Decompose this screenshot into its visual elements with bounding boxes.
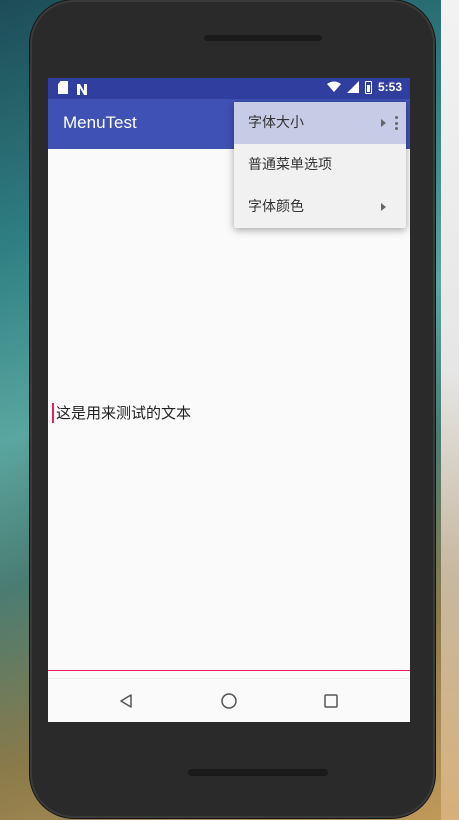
- device-screen: 5:53 MenuTest 这是用来测试的文本 字体大小 普通菜单选项 字体颜色: [48, 78, 410, 722]
- battery-icon: [364, 80, 372, 94]
- background-window-edge: [441, 0, 459, 820]
- submenu-arrow-icon: [381, 203, 386, 211]
- back-icon: [120, 694, 132, 708]
- status-right-icons: 5:53: [326, 80, 402, 94]
- menu-item-label: 普通菜单选项: [248, 157, 332, 173]
- wifi-icon: [326, 81, 341, 93]
- speaker-grille-bottom: [188, 769, 328, 776]
- status-left-icons: [58, 81, 88, 95]
- accent-divider: [48, 670, 410, 671]
- submenu-arrow-icon: [381, 119, 386, 127]
- menu-item-font-size[interactable]: 字体大小: [234, 102, 406, 144]
- back-button[interactable]: [114, 689, 138, 713]
- overflow-menu-icon: [395, 116, 398, 130]
- recents-button[interactable]: [319, 689, 343, 713]
- status-bar: 5:53: [48, 78, 410, 99]
- speaker-grille-top: [204, 35, 322, 41]
- home-button[interactable]: [217, 689, 241, 713]
- status-time: 5:53: [377, 80, 402, 94]
- menu-item-label: 字体大小: [248, 115, 304, 131]
- app-title: MenuTest: [63, 113, 137, 132]
- menu-item-font-color[interactable]: 字体颜色: [234, 186, 406, 228]
- recents-icon: [324, 694, 338, 708]
- signal-icon: [346, 81, 359, 93]
- home-icon: [221, 693, 237, 709]
- options-popup-menu: 字体大小 普通菜单选项 字体颜色: [234, 102, 406, 228]
- navigation-bar: [48, 678, 410, 722]
- test-text-view: 这是用来测试的文本: [52, 403, 191, 423]
- menu-item-normal-option[interactable]: 普通菜单选项: [234, 144, 406, 186]
- n-notification-icon: [76, 81, 88, 95]
- sd-card-icon: [58, 81, 68, 94]
- menu-item-label: 字体颜色: [248, 199, 304, 215]
